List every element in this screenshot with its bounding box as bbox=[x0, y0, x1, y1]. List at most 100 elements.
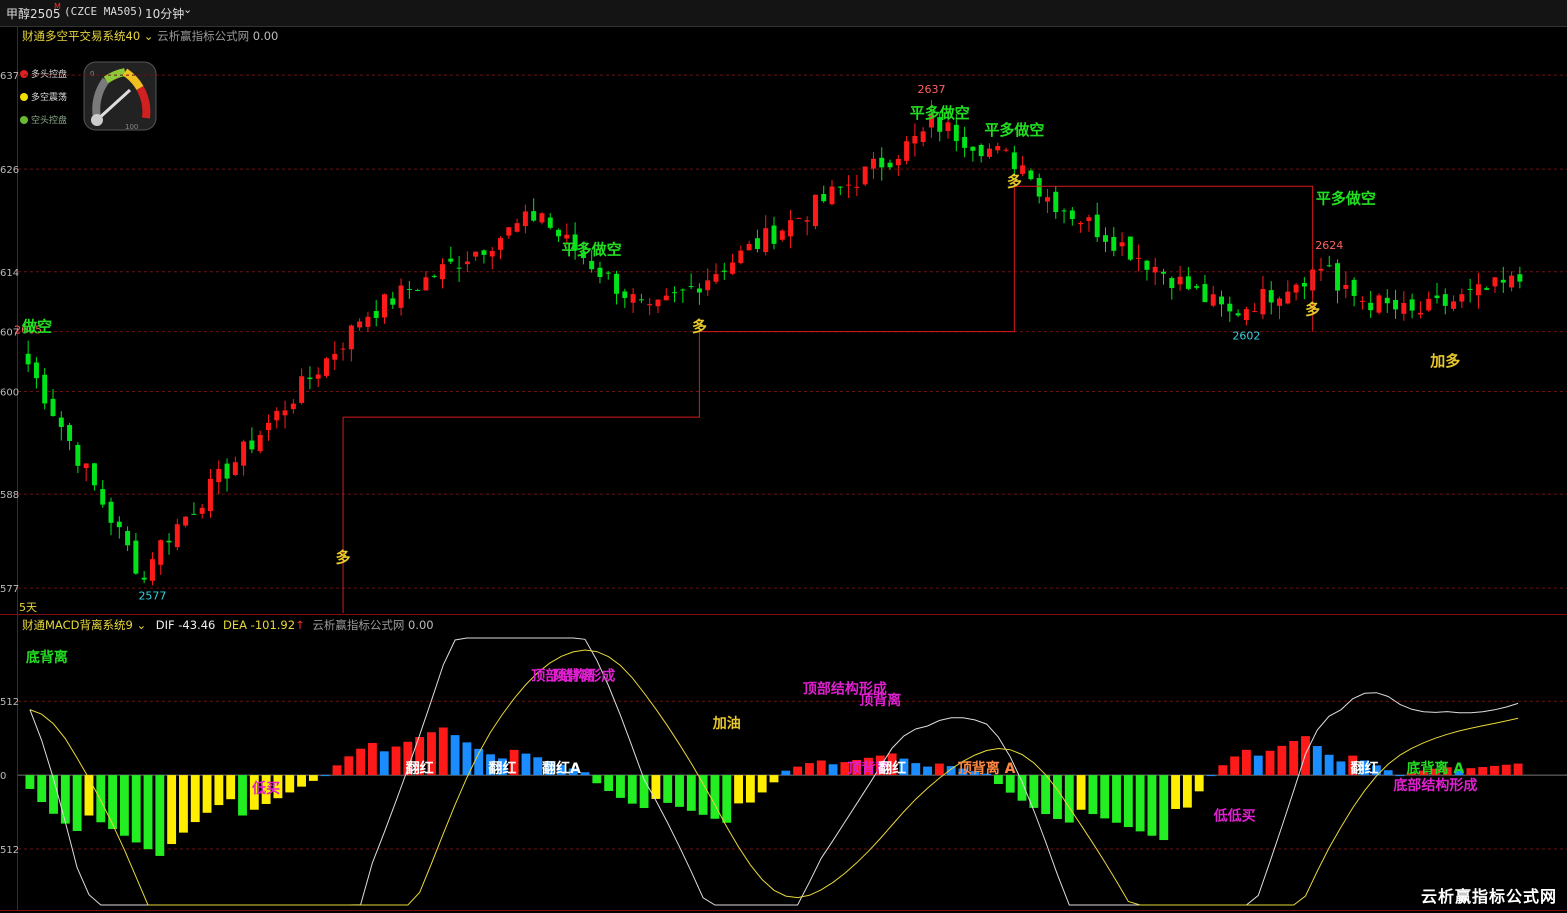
macd-histogram-bar bbox=[1171, 775, 1181, 809]
macd-histogram-bar bbox=[1501, 764, 1511, 776]
candle-body bbox=[423, 277, 429, 291]
candle-body bbox=[1202, 284, 1208, 303]
y-tick-label: 614 bbox=[0, 268, 19, 279]
candle-body bbox=[1285, 291, 1291, 304]
candle-body bbox=[67, 425, 73, 441]
candle-body bbox=[158, 540, 164, 565]
candle-body bbox=[1500, 279, 1506, 283]
candle-body bbox=[1417, 312, 1423, 315]
macd-histogram-bar bbox=[1277, 745, 1287, 776]
candle-body bbox=[663, 295, 669, 301]
candle-body bbox=[970, 146, 976, 151]
macd-histogram-bar bbox=[1147, 775, 1157, 836]
candle-body bbox=[912, 136, 918, 144]
macd-histogram-bar bbox=[675, 775, 684, 807]
candle-body bbox=[199, 507, 205, 514]
candle-body bbox=[1235, 313, 1241, 316]
candle-body bbox=[1359, 300, 1365, 302]
macd-y-tick-label: 512 bbox=[0, 845, 19, 856]
candle-body bbox=[315, 374, 321, 379]
macd-histogram-bar bbox=[710, 775, 720, 819]
macd-histogram-bar bbox=[308, 775, 318, 781]
candle-body bbox=[1210, 294, 1216, 306]
candle-body bbox=[804, 220, 810, 222]
macd-annotation: 翻红 bbox=[406, 760, 434, 777]
macd-histogram-bar bbox=[49, 775, 58, 814]
candle-body bbox=[1277, 298, 1283, 306]
candle-body bbox=[1434, 295, 1440, 299]
candle-body bbox=[837, 186, 843, 188]
signal-label: 做空 bbox=[21, 318, 52, 336]
candle-body bbox=[83, 463, 89, 469]
candle-body bbox=[1243, 309, 1249, 320]
candle-body bbox=[953, 124, 959, 142]
macd-histogram-bar bbox=[297, 775, 306, 787]
macd-annotation: 翻红 bbox=[488, 760, 516, 777]
candle-body bbox=[241, 441, 247, 466]
candle-body bbox=[1111, 236, 1117, 251]
candle-body bbox=[133, 540, 139, 574]
candle-body bbox=[1368, 302, 1374, 311]
candle-body bbox=[655, 299, 661, 307]
candle-body bbox=[1376, 295, 1382, 313]
macd-histogram-bar bbox=[734, 775, 743, 804]
candle-body bbox=[1227, 303, 1233, 312]
candle-body bbox=[1177, 276, 1183, 285]
candle-body bbox=[299, 376, 305, 403]
candle-body bbox=[1459, 294, 1465, 302]
position-path-line bbox=[343, 185, 1314, 418]
candle-body bbox=[978, 144, 984, 157]
signal-label: 多 bbox=[336, 549, 351, 567]
macd-histogram-bar bbox=[533, 757, 543, 776]
macd-histogram-bar bbox=[663, 775, 673, 803]
macd-histogram-bar bbox=[285, 775, 295, 793]
candle-body bbox=[986, 148, 992, 157]
signal-label: 平多做空 bbox=[562, 241, 622, 259]
candle-body bbox=[688, 286, 694, 288]
candle-body bbox=[100, 489, 106, 505]
macd-histogram-bar bbox=[108, 775, 118, 829]
candle-body bbox=[1301, 282, 1307, 287]
macd-histogram-bar bbox=[1253, 755, 1263, 776]
candle-body bbox=[1467, 288, 1473, 290]
y-tick-label: 626 bbox=[0, 165, 19, 176]
candle-body bbox=[771, 225, 777, 244]
period-days-label: 5天 bbox=[19, 601, 37, 614]
candle-body bbox=[589, 260, 595, 270]
candle-body bbox=[1343, 284, 1349, 289]
macd-histogram-bar bbox=[592, 775, 602, 784]
macd-histogram-bar bbox=[167, 775, 177, 845]
signal-label: 多 bbox=[1007, 172, 1022, 190]
macd-histogram-bar bbox=[1383, 770, 1393, 776]
signal-label: 多 bbox=[1305, 301, 1320, 319]
macd-histogram-bar bbox=[84, 775, 94, 816]
signal-label: 平多做空 bbox=[1316, 189, 1376, 207]
candle-body bbox=[25, 353, 31, 365]
candle-body bbox=[730, 262, 736, 274]
macd-annotation: 低低买 bbox=[1213, 808, 1256, 825]
candle-body bbox=[290, 403, 296, 410]
candle-body bbox=[1393, 299, 1399, 310]
signal-label: 多 bbox=[692, 318, 707, 336]
candle-body bbox=[1401, 302, 1407, 314]
candle-body bbox=[887, 162, 893, 168]
macd-annotation: 低买 bbox=[251, 780, 280, 797]
macd-annotation: 翻红 bbox=[878, 760, 906, 777]
candle-body bbox=[1169, 278, 1175, 289]
gauge-icon: 0 100 bbox=[83, 61, 157, 131]
macd-histogram-bar bbox=[828, 764, 838, 776]
candle-body bbox=[382, 294, 387, 318]
macd-histogram-bar bbox=[1265, 750, 1275, 776]
macd-histogram-bar bbox=[805, 763, 814, 776]
candle-body bbox=[390, 298, 396, 305]
candle-body bbox=[340, 348, 346, 350]
candle-body bbox=[1152, 266, 1158, 273]
candle-body bbox=[962, 136, 968, 148]
candle-body bbox=[1127, 236, 1133, 260]
candle-body bbox=[514, 223, 520, 232]
candle-body bbox=[440, 264, 445, 280]
macd-histogram-bar bbox=[1466, 768, 1476, 776]
candle-body bbox=[473, 251, 479, 257]
macd-histogram-bar bbox=[1112, 775, 1121, 823]
chart-canvas[interactable]: 0 100 5天 5775886006076146266372605257726… bbox=[0, 0, 1567, 913]
